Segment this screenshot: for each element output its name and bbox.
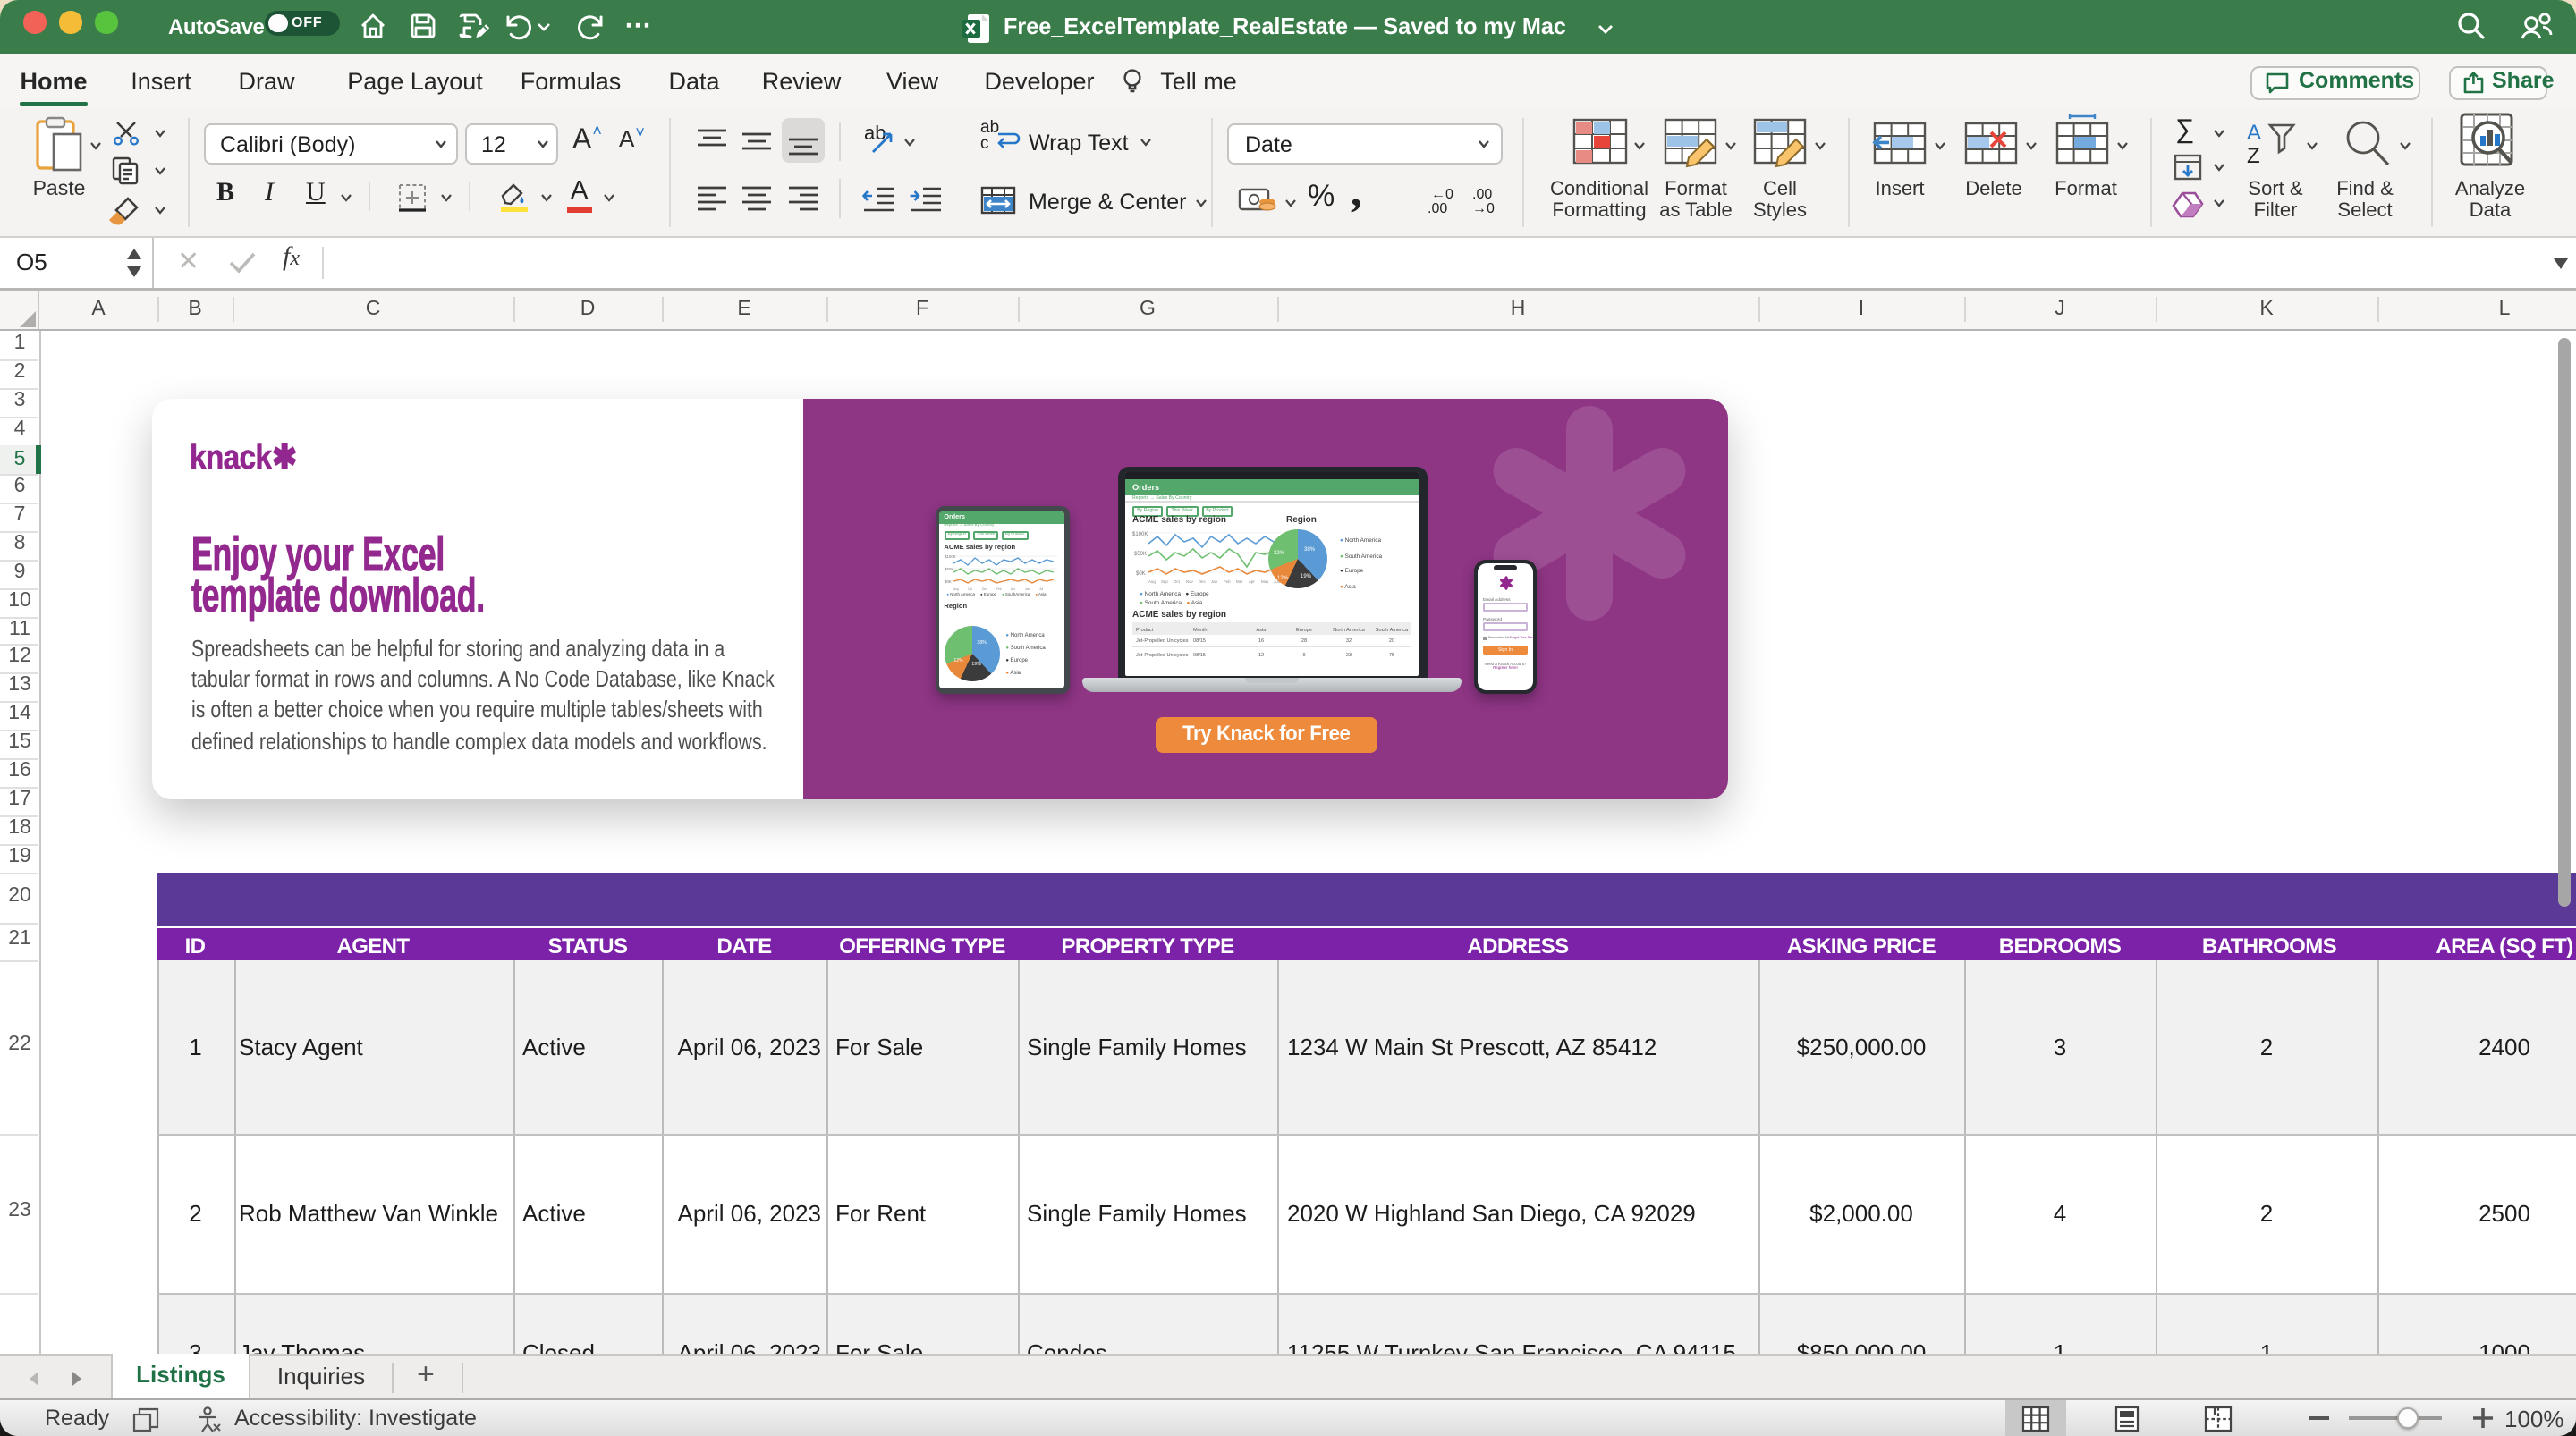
svg-text:Mar: Mar — [1236, 579, 1243, 584]
svg-text:Jan: Jan — [1211, 579, 1218, 584]
svg-text:Sep: Sep — [1161, 579, 1168, 584]
svg-text:Oct: Oct — [967, 588, 971, 592]
svg-text:Nov: Nov — [1186, 579, 1194, 584]
svg-text:.00: .00 — [1472, 187, 1492, 202]
svg-text:Z: Z — [2247, 144, 2260, 168]
svg-text:$0K: $0K — [1136, 571, 1146, 577]
svg-text:A: A — [2247, 121, 2261, 145]
svg-text:Jun: Jun — [1024, 588, 1029, 592]
svg-text:Dec: Dec — [981, 588, 987, 592]
svg-text:→0: →0 — [1472, 201, 1495, 216]
svg-text:Feb: Feb — [996, 588, 1001, 592]
svg-text:Aug: Aug — [1148, 579, 1156, 584]
svg-text:Aug: Aug — [953, 588, 958, 592]
svg-text:Apr: Apr — [1249, 579, 1255, 584]
svg-text:$50K: $50K — [944, 568, 953, 572]
svg-text:Dec: Dec — [1199, 579, 1207, 584]
svg-text:.00: .00 — [1428, 201, 1447, 216]
svg-text:$50K: $50K — [1134, 552, 1147, 557]
svg-text:$100K: $100K — [1132, 532, 1148, 537]
svg-text:May: May — [1261, 579, 1269, 584]
svg-text:Apr: Apr — [1010, 588, 1015, 592]
svg-text:$0K: $0K — [944, 580, 951, 585]
svg-text:Feb: Feb — [1224, 579, 1231, 584]
svg-text:Jul: Jul — [1038, 588, 1042, 592]
svg-text:←0: ←0 — [1431, 187, 1453, 202]
svg-text:$100K: $100K — [944, 555, 955, 560]
svg-text:Oct: Oct — [1174, 579, 1181, 584]
